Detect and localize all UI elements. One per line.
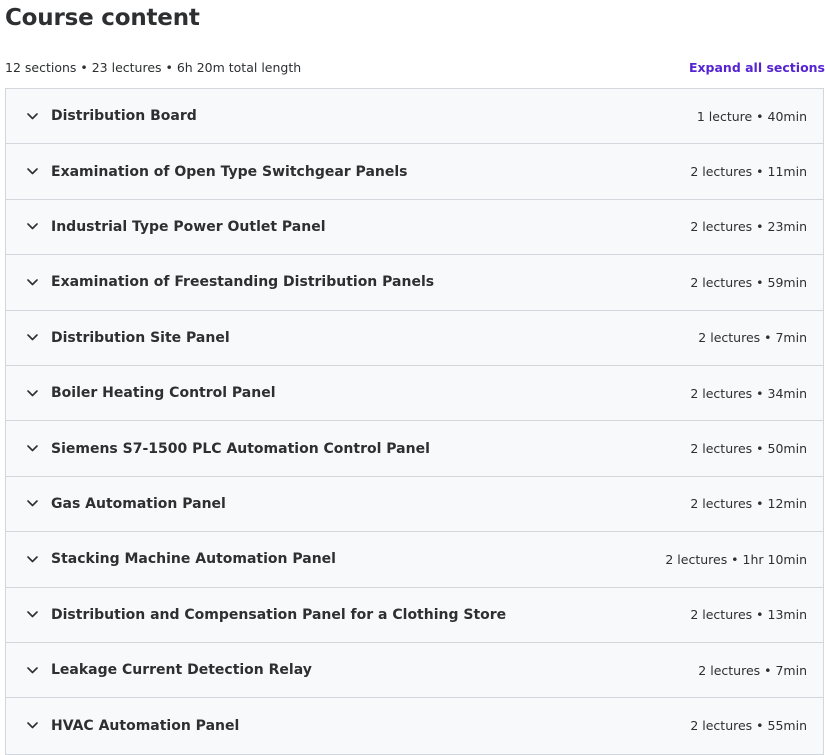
section-title: Distribution Board [51, 108, 197, 125]
chevron-down-icon [26, 609, 38, 621]
chevron-down-icon [26, 166, 38, 178]
section-title: Boiler Heating Control Panel [51, 385, 276, 402]
section-meta: 2 lectures • 34min [690, 385, 807, 401]
sections-list: Distribution Board 1 lecture • 40min Exami… [5, 88, 824, 755]
section-meta: 2 lectures • 7min [698, 330, 807, 346]
section-header[interactable]: Distribution Board 1 lecture • 40min [6, 89, 823, 145]
chevron-down-icon [26, 387, 38, 399]
section-header[interactable]: Boiler Heating Control Panel 2 lectures •… [6, 365, 823, 422]
expand-all-sections-button[interactable]: Expand all sections [689, 60, 825, 75]
section-header[interactable]: Distribution Site Panel 2 lectures • 7min [6, 310, 823, 366]
section-meta: 2 lectures • 7min [698, 662, 807, 678]
section-title: Stacking Machine Automation Panel [51, 551, 336, 568]
chevron-down-icon [26, 332, 38, 344]
chevron-down-icon [26, 276, 38, 288]
chevron-down-icon [26, 720, 38, 732]
course-summary-row: 12 sections • 23 lectures • 6h 20m total… [5, 57, 825, 77]
section-header[interactable]: Distribution and Compensation Panel for … [6, 587, 823, 643]
course-summary: 12 sections • 23 lectures • 6h 20m total… [5, 59, 302, 75]
section-title: Leakage Current Detection Relay [51, 662, 312, 679]
section-title: Gas Automation Panel [51, 495, 226, 512]
chevron-down-icon [26, 110, 38, 122]
section-title: Industrial Type Power Outlet Panel [51, 218, 326, 235]
section-meta: 1 lecture • 40min [696, 108, 807, 124]
section-title: Distribution Site Panel [51, 329, 230, 346]
section-meta: 2 lectures • 11min [690, 164, 807, 180]
section-meta: 2 lectures • 59min [690, 274, 807, 290]
section-header[interactable]: Siemens S7-1500 PLC Automation Control P… [6, 421, 823, 477]
chevron-down-icon [26, 664, 38, 676]
section-header[interactable]: Examination of Open Type Switchgear Pane… [6, 144, 823, 200]
section-title: Distribution and Compensation Panel for … [51, 606, 507, 623]
page-title: Course content [5, 5, 200, 31]
chevron-down-icon [26, 443, 38, 455]
section-meta: 2 lectures • 12min [690, 496, 807, 512]
chevron-down-icon [26, 553, 38, 565]
section-title: HVAC Automation Panel [51, 717, 240, 734]
section-header[interactable]: Stacking Machine Automation Panel 2 lectu… [6, 532, 823, 588]
section-header[interactable]: Examination of Freestanding Distribution… [6, 255, 823, 311]
chevron-down-icon [26, 498, 38, 510]
section-header[interactable]: HVAC Automation Panel 2 lectures • 55min [6, 698, 823, 754]
section-header[interactable]: Industrial Type Power Outlet Panel 2 lect… [6, 199, 823, 256]
section-meta: 2 lectures • 50min [690, 441, 807, 457]
section-header[interactable]: Gas Automation Panel 2 lectures • 12min [6, 476, 823, 533]
section-title: Examination of Freestanding Distribution… [51, 274, 435, 291]
section-meta: 2 lectures • 55min [690, 718, 807, 734]
section-meta: 2 lectures • 1hr 10min [665, 551, 807, 567]
section-title: Examination of Open Type Switchgear Pane… [51, 163, 408, 180]
chevron-down-icon [26, 221, 38, 233]
section-title: Siemens S7-1500 PLC Automation Control P… [51, 440, 430, 457]
course-content-panel: Course content 12 sections • 23 lectures… [0, 0, 825, 755]
section-header[interactable]: Leakage Current Detection Relay 2 lecture… [6, 642, 823, 699]
section-meta: 2 lectures • 23min [690, 219, 807, 235]
section-meta: 2 lectures • 13min [690, 607, 807, 623]
